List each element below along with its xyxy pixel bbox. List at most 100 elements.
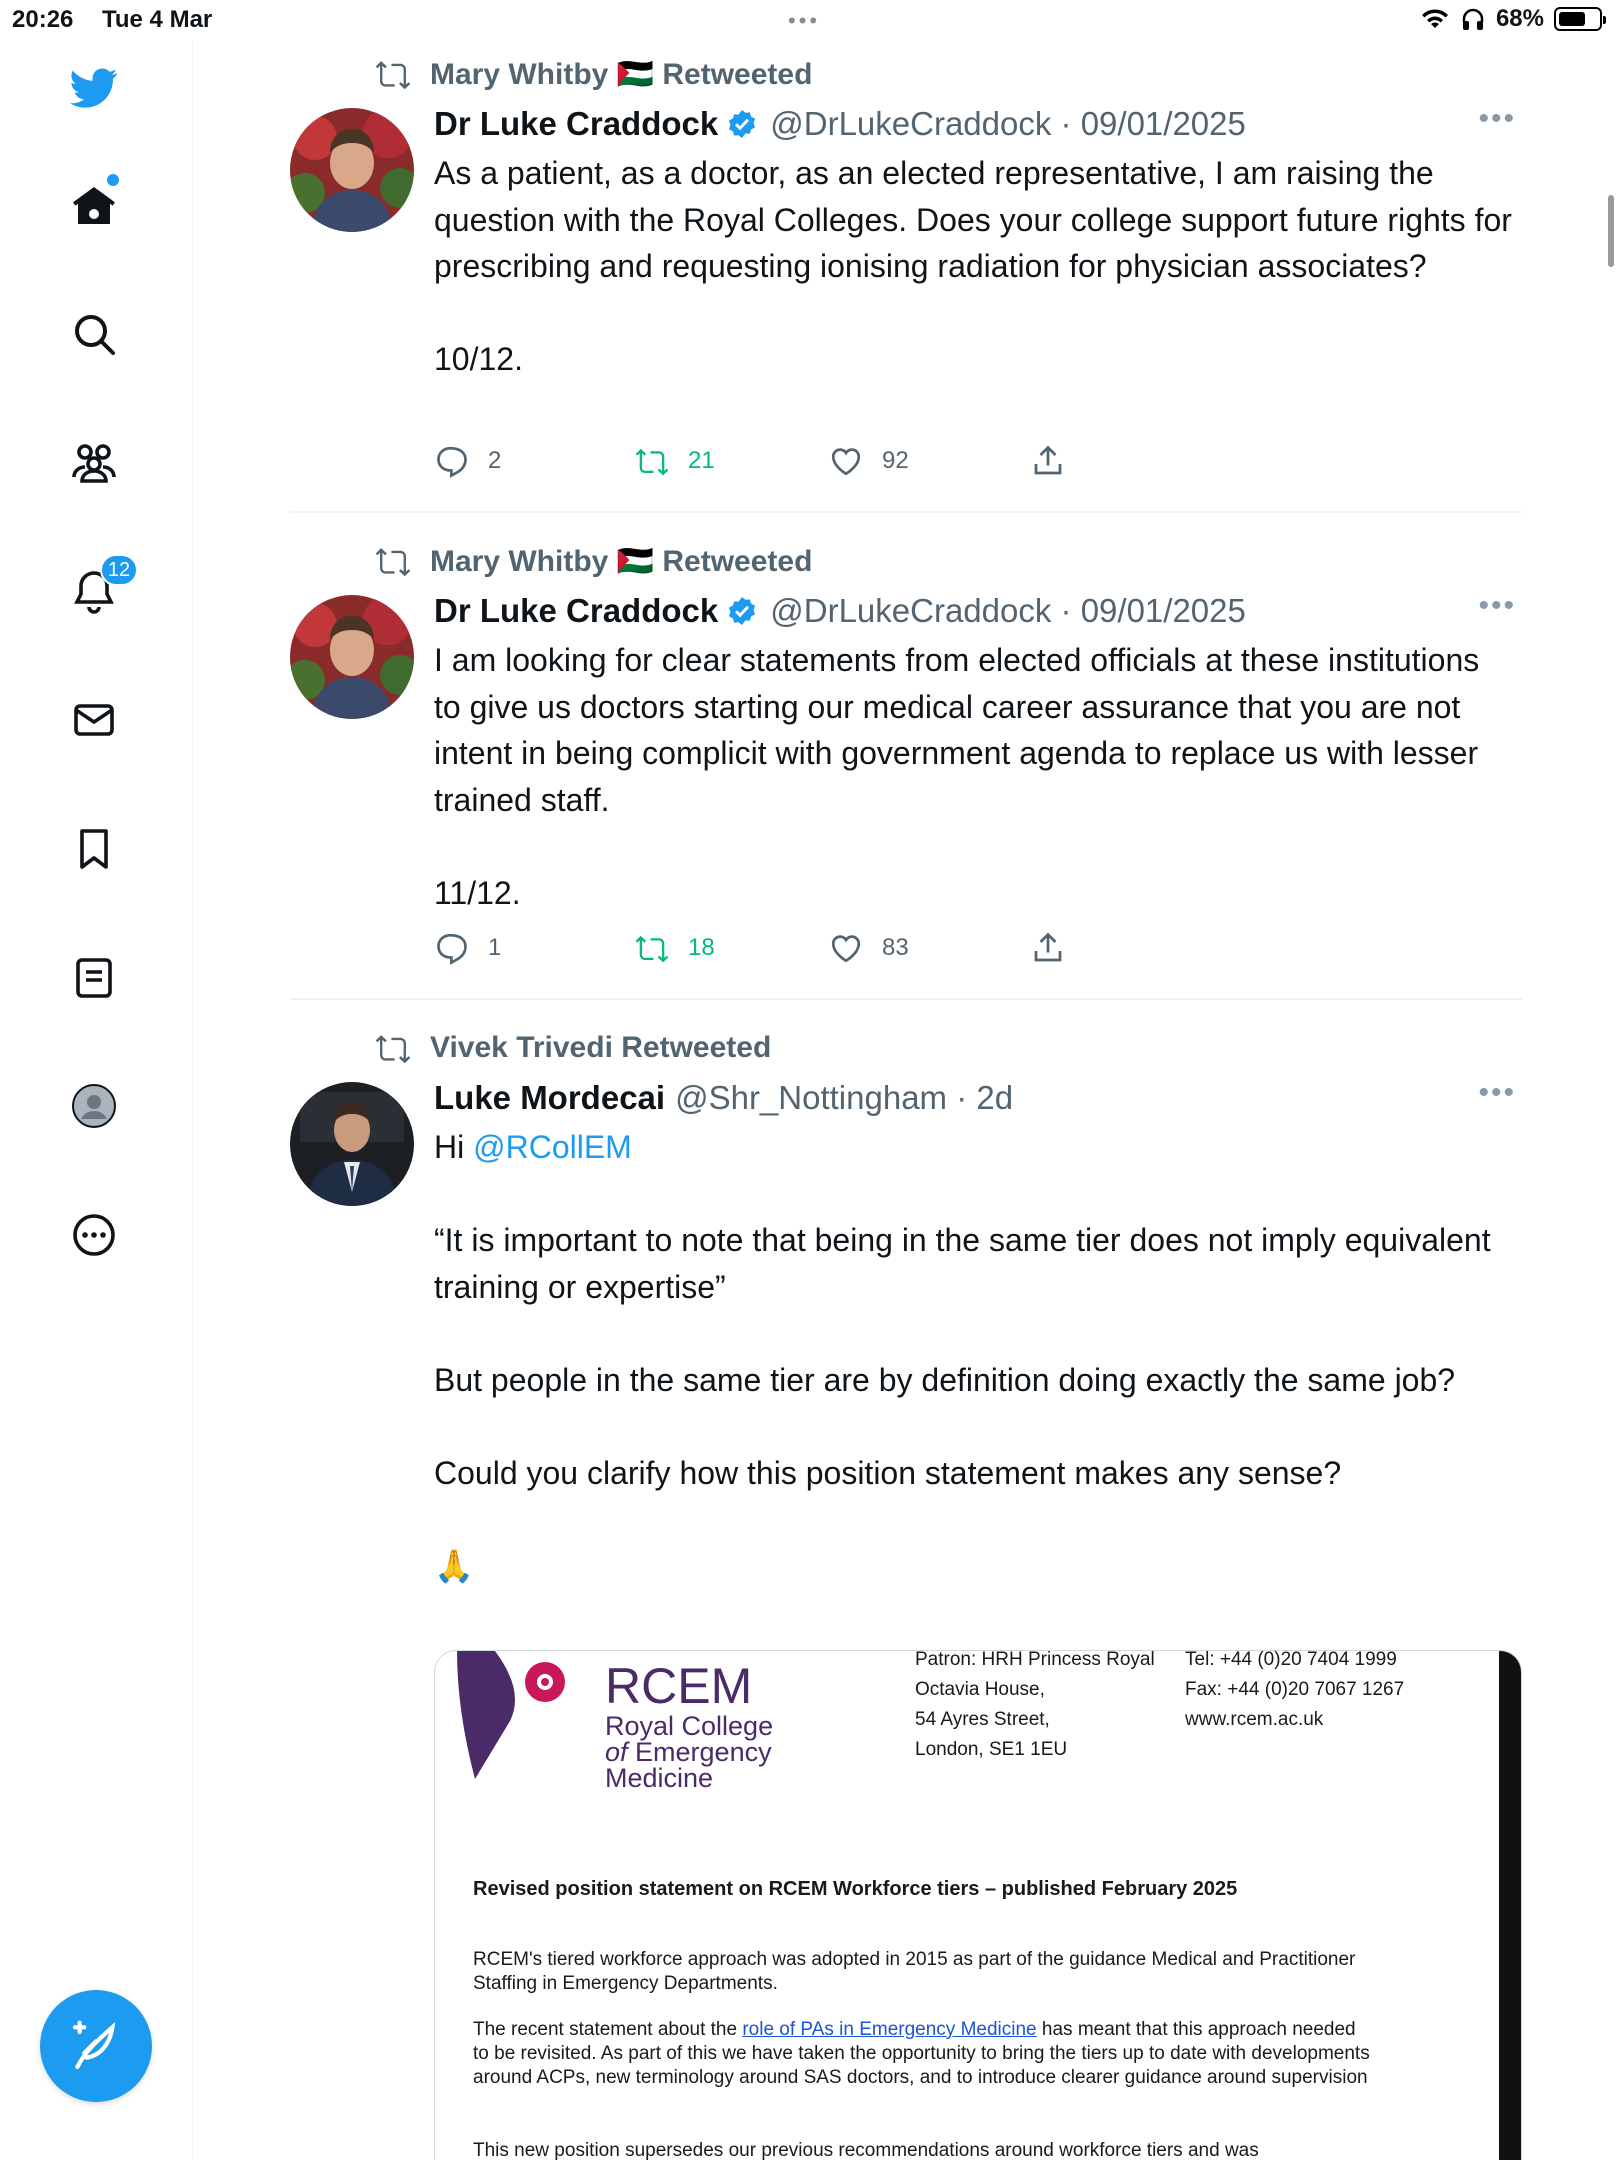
role-of-pas-link[interactable]: role of PAs in Emergency Medicine [742,2019,1036,2040]
retweet-context: Mary Whitby 🇵🇸 Retweeted [374,54,812,94]
tweet-more-icon[interactable]: ••• [1478,1076,1516,1110]
address-block: Patron: HRH Princess Royal Octavia House… [915,1650,1155,1765]
battery-percentage: 68% [1495,5,1544,32]
tweet-text: As a patient, as a doctor, as an elected… [434,155,1512,377]
share-icon [1034,932,1062,962]
status-right: 68% [1420,5,1606,33]
avatar[interactable] [290,595,414,719]
reply-count: 1 [488,934,502,961]
tweet-header: Dr Luke Craddock @DrLukeCraddock · 09/01… [434,102,1246,146]
logo-sub-line-1: Royal College [605,1711,774,1741]
rose-icon [525,1662,565,1702]
compose-tweet-button[interactable] [40,1990,152,2102]
address-line: London, SE1 1EU [915,1739,1068,1760]
retweet-icon [375,61,411,90]
retweet-context: Mary Whitby 🇵🇸 Retweeted [374,541,812,581]
status-bar: 20:26 Tue 4 Mar ••• 68% [0,0,1620,40]
twitter-logo-icon[interactable] [66,60,122,116]
reply-button[interactable]: 2 [434,443,501,479]
author-name[interactable]: Dr Luke Craddock [434,105,718,143]
share-icon [1034,445,1062,475]
contact-block: Tel: +44 (0)20 7404 1999 Fax: +44 (0)20 … [1185,1650,1405,1735]
tweet-header: Luke Mordecai @Shr_Nottingham · 2d [434,1076,1013,1120]
messages-mail-icon[interactable] [66,692,122,748]
para2-prefix: The recent statement about the [473,2019,743,2040]
verified-badge-icon [729,597,756,625]
attached-document-image[interactable]: RCEM Royal College of Emergency Medicine… [434,1650,1522,2160]
reply-button[interactable]: 1 [434,930,501,966]
tweet-text: Hi @RCollEM “It is important to note tha… [434,1124,1514,1589]
document-paragraph-2: The recent statement about the role of P… [473,2018,1373,2090]
like-count: 92 [882,447,909,474]
retweet-icon [635,448,669,476]
like-count: 83 [882,934,909,961]
multitasking-dots[interactable]: ••• [788,8,820,34]
communities-icon[interactable] [66,435,122,491]
tweet-divider [290,998,1522,1000]
address-line: 54 Ayres Street, [915,1709,1050,1730]
retweet-icon [375,1035,411,1064]
reply-icon [437,933,467,965]
address-line: Octavia House, [915,1679,1045,1700]
notifications-badge: 12 [100,554,138,586]
author-handle-date[interactable]: @DrLukeCraddock · 09/01/2025 [770,105,1246,143]
author-name[interactable]: Dr Luke Craddock [434,592,718,630]
wifi-icon [1421,9,1448,28]
author-handle-date[interactable]: @Shr_Nottingham · 2d [675,1079,1013,1117]
logo-sub-line-2: of Emergency [605,1739,773,1766]
retweet-icon [375,548,411,577]
like-button[interactable]: 92 [828,443,909,479]
author-name[interactable]: Luke Mordecai [434,1079,665,1117]
retweeted-by-label: Mary Whitby 🇵🇸 Retweeted [430,57,813,91]
tweet-more-icon[interactable]: ••• [1478,589,1516,623]
retweet-count: 21 [688,447,715,474]
verified-badge-icon [729,110,756,138]
tweet-text-prefix: Hi [434,1129,474,1165]
like-button[interactable]: 83 [828,930,909,966]
scroll-indicator[interactable] [1608,195,1614,267]
retweeted-by-label: Vivek Trivedi Retweeted [430,1031,772,1064]
rcem-logo-text: RCEM [605,1658,753,1714]
reply-count: 2 [488,447,502,474]
address-line: Patron: HRH Princess Royal [915,1650,1155,1670]
heart-icon [831,935,861,963]
logo-sub-line-3: Medicine [605,1763,714,1793]
tweet-header: Dr Luke Craddock @DrLukeCraddock · 09/01… [434,589,1246,633]
home-icon[interactable] [66,178,122,234]
lists-icon[interactable] [66,950,122,1006]
mention-link[interactable]: @RCollEM [473,1129,632,1165]
headphones-icon [1462,8,1484,30]
retweet-context: Vivek Trivedi Retweeted [374,1028,771,1068]
share-button[interactable] [1030,930,1066,966]
retweeted-by-label: Mary Whitby 🇵🇸 Retweeted [430,544,813,578]
contact-line: Fax: +44 (0)20 7067 1267 [1185,1679,1405,1700]
share-button[interactable] [1030,443,1066,479]
retweet-button[interactable]: 21 [634,443,715,479]
contact-line: www.rcem.ac.uk [1185,1709,1324,1730]
tweet-text: I am looking for clear statements from e… [434,642,1480,911]
avatar[interactable] [290,108,414,232]
profile-avatar-icon[interactable] [66,1078,122,1134]
avatar[interactable] [290,1082,414,1206]
tweet-actions: 1 18 83 [434,930,1134,970]
reply-icon [437,446,467,478]
search-icon[interactable] [66,306,122,362]
document-paragraph-3: This new position supersedes our previou… [473,2140,1259,2160]
retweet-button[interactable]: 18 [634,930,715,966]
battery-icon [1554,7,1606,31]
rcem-logo-subtitle: Royal College of Emergency Medicine [605,1711,774,1793]
bookmark-icon[interactable] [66,821,122,877]
tweet-text-rest: “It is important to note that being in t… [434,1222,1491,1584]
document-paragraph-1: RCEM's tiered workforce approach was ado… [473,1949,1356,1994]
author-handle-date[interactable]: @DrLukeCraddock · 09/01/2025 [770,592,1246,630]
retweet-count: 18 [688,934,715,961]
document-heading: Revised position statement on RCEM Workf… [473,1878,1238,1900]
more-options-circle-icon[interactable] [66,1207,122,1263]
document-dark-edge [1499,1651,1521,2160]
contact-line: Tel: +44 (0)20 7404 1999 [1185,1650,1397,1670]
retweet-icon [635,935,669,963]
home-unread-dot [107,174,119,186]
heart-icon [831,448,861,476]
tweet-actions: 2 21 92 [434,443,1134,483]
tweet-more-icon[interactable]: ••• [1478,102,1516,136]
